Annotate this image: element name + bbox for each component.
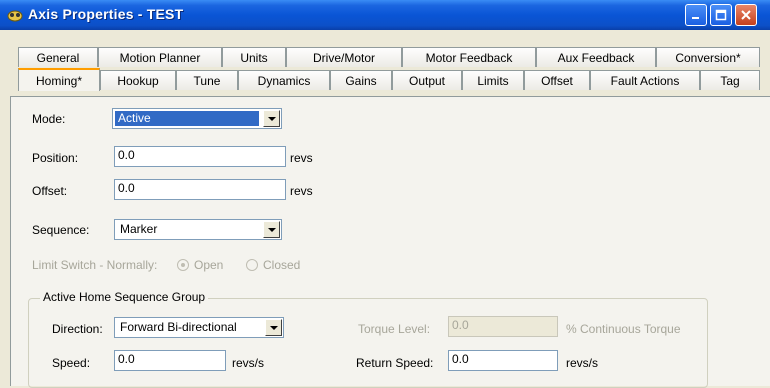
tab-units[interactable]: Units xyxy=(222,47,286,67)
sequence-label: Sequence: xyxy=(32,223,90,237)
tab-motor-feedback[interactable]: Motor Feedback xyxy=(402,47,536,67)
offset-label: Offset: xyxy=(32,184,68,198)
position-input[interactable]: 0.0 xyxy=(114,146,286,167)
chevron-down-icon xyxy=(269,325,278,330)
chevron-down-icon xyxy=(267,116,276,121)
minimize-icon xyxy=(692,17,699,19)
speed-label: Speed: xyxy=(52,356,91,370)
sequence-value: Marker xyxy=(120,222,158,236)
tab-drive-motor[interactable]: Drive/Motor xyxy=(286,47,402,67)
dropdown-arrow-button[interactable] xyxy=(265,319,282,336)
position-label: Position: xyxy=(32,151,79,165)
torque-level-unit: % Continuous Torque xyxy=(566,322,681,336)
minimize-button[interactable] xyxy=(685,4,707,26)
tab-tune[interactable]: Tune xyxy=(176,70,238,90)
mode-value: Active xyxy=(115,111,259,126)
direction-dropdown[interactable]: Forward Bi-directional xyxy=(114,317,284,338)
tab-motion-planner[interactable]: Motion Planner xyxy=(98,47,222,67)
tab-offset[interactable]: Offset xyxy=(524,70,590,90)
dropdown-arrow-button[interactable] xyxy=(263,110,280,127)
speed-input[interactable]: 0.0 xyxy=(114,350,226,371)
torque-level-label: Torque Level: xyxy=(358,322,431,336)
limit-switch-closed-radio[interactable] xyxy=(246,259,258,271)
direction-value: Forward Bi-directional xyxy=(120,320,237,334)
tab-hookup[interactable]: Hookup xyxy=(100,70,176,90)
offset-unit: revs xyxy=(290,184,313,198)
tab-output[interactable]: Output xyxy=(392,70,462,90)
sequence-dropdown[interactable]: Marker xyxy=(114,219,282,240)
mode-label: Mode: xyxy=(32,112,66,126)
torque-level-input: 0.0 xyxy=(448,316,558,337)
tab-gains[interactable]: Gains xyxy=(330,70,392,90)
maximize-button[interactable] xyxy=(710,4,732,26)
group-title: Active Home Sequence Group xyxy=(40,290,209,304)
tab-dynamics[interactable]: Dynamics xyxy=(238,70,330,90)
tab-tag[interactable]: Tag xyxy=(700,70,760,90)
active-home-sequence-group xyxy=(28,298,708,388)
chevron-down-icon xyxy=(267,227,276,232)
close-button[interactable] xyxy=(735,4,757,26)
tab-conversion[interactable]: Conversion* xyxy=(656,47,760,67)
maximize-icon xyxy=(715,9,727,21)
limit-switch-open-label: Open xyxy=(194,258,224,272)
dropdown-arrow-button[interactable] xyxy=(263,221,280,238)
window-title: Axis Properties - TEST xyxy=(28,6,184,22)
close-icon xyxy=(741,10,751,20)
tab-homing[interactable]: Homing* xyxy=(18,68,100,91)
return-speed-unit: revs/s xyxy=(566,356,599,370)
limit-switch-open-radio[interactable] xyxy=(177,259,189,271)
tab-fault-actions[interactable]: Fault Actions xyxy=(590,70,700,90)
mode-dropdown[interactable]: Active xyxy=(112,108,282,129)
app-icon xyxy=(6,6,24,24)
limit-switch-closed-label: Closed xyxy=(263,258,301,272)
tab-aux-feedback[interactable]: Aux Feedback xyxy=(536,47,656,67)
speed-unit: revs/s xyxy=(232,356,265,370)
limit-switch-label: Limit Switch - Normally: xyxy=(32,258,158,272)
direction-label: Direction: xyxy=(52,322,103,336)
offset-input[interactable]: 0.0 xyxy=(114,179,286,200)
return-speed-label: Return Speed: xyxy=(356,356,434,370)
return-speed-input[interactable]: 0.0 xyxy=(448,350,558,371)
tab-limits[interactable]: Limits xyxy=(462,70,524,90)
tab-general[interactable]: General xyxy=(18,47,98,67)
title-bar: Axis Properties - TEST xyxy=(0,0,770,30)
position-unit: revs xyxy=(290,151,313,165)
